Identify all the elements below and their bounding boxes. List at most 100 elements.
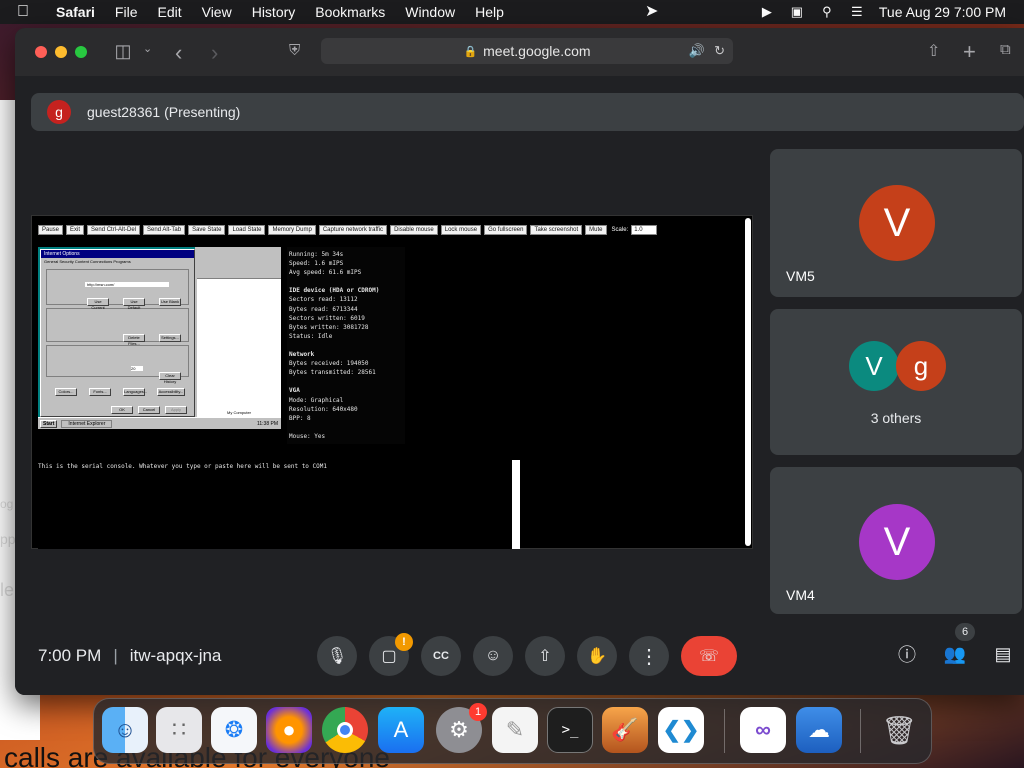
emu-ctrl-alt-del-button[interactable]: Send Ctrl-Alt-Del: [87, 225, 141, 235]
trash-icon[interactable]: 🗑: [876, 707, 922, 753]
presentation-stream[interactable]: Pause Exit Send Ctrl-Alt-Del Send Alt-Ta…: [31, 215, 753, 549]
microphone-button[interactable]: 🎙: [317, 636, 357, 676]
emu-fullscreen-button[interactable]: Go fullscreen: [484, 225, 528, 235]
more-options-button[interactable]: ⋮: [629, 636, 669, 676]
emu-disable-mouse-button[interactable]: Disable mouse: [390, 225, 438, 235]
guest-cancel-button: Cancel: [138, 406, 160, 414]
meeting-info: 7:00 PM | itw-apqx-jna: [38, 646, 221, 666]
stat-vga-bpp: BPP: 8: [289, 414, 311, 422]
vscode-icon[interactable]: ❮❯: [658, 707, 704, 753]
emu-capture-network-button[interactable]: Capture network traffic: [318, 225, 388, 235]
browser-toolbar: ◫ ⌄ ‹ › ⛨ 🔒 meet.google.com 🔊 ↻ ⇧ + ⧉: [15, 28, 1024, 76]
guest-dialog-tabs: General Security Content Connections Pro…: [44, 259, 131, 264]
emu-screenshot-button[interactable]: Take screenshot: [530, 225, 583, 235]
emoji-reaction-button[interactable]: ☺: [473, 636, 513, 676]
guest-history-days: 20: [131, 366, 143, 371]
meeting-details-icon[interactable]: ⓘ: [895, 642, 919, 666]
speaker-icon[interactable]: 🔊: [689, 43, 705, 59]
control-center-icon[interactable]: ☰: [849, 4, 865, 19]
presenter-avatar: g: [47, 100, 71, 124]
menu-help[interactable]: Help: [465, 4, 514, 20]
presenter-bar: g guest28361 (Presenting): [31, 93, 1024, 131]
stat-bytes-written: Bytes written: 3081728: [289, 323, 369, 331]
search-icon[interactable]: ⚲: [819, 4, 835, 19]
garageband-icon[interactable]: 🎸: [602, 707, 648, 753]
play-circle-icon[interactable]: ▶: [759, 4, 775, 19]
emu-load-state-button[interactable]: Load State: [228, 225, 266, 235]
participant-name: VM4: [786, 587, 815, 603]
menu-file[interactable]: File: [105, 4, 148, 20]
visual-studio-icon[interactable]: ∞: [740, 707, 786, 753]
back-arrow-icon[interactable]: ‹: [175, 40, 182, 66]
meet-content: g guest28361 (Presenting) Pause Exit Sen…: [15, 76, 1024, 695]
captions-button[interactable]: CC: [421, 636, 461, 676]
emu-save-state-button[interactable]: Save State: [188, 225, 226, 235]
meeting-separator: |: [113, 646, 118, 665]
emu-memory-dump-button[interactable]: Memory Dump: [268, 225, 316, 235]
end-call-button[interactable]: ☏: [681, 636, 737, 676]
stat-vga-resolution: Resolution: 640x480: [289, 405, 358, 413]
chat-icon[interactable]: ▤: [991, 642, 1015, 666]
stat-ide-header: IDE device (HDA or CDROM): [289, 287, 380, 295]
emulator-toolbar: Pause Exit Send Ctrl-Alt-Del Send Alt-Ta…: [38, 225, 658, 235]
terminal-icon[interactable]: >_: [547, 707, 593, 753]
reload-icon[interactable]: ↻: [714, 43, 725, 59]
presentation-scrollbar[interactable]: [745, 218, 751, 546]
sidebar-toggle-icon[interactable]: ◫: [113, 41, 133, 61]
menu-history[interactable]: History: [242, 4, 306, 20]
emu-alt-tab-button[interactable]: Send Alt-Tab: [143, 225, 186, 235]
emu-mute-button[interactable]: Mute: [585, 225, 607, 235]
menu-bar:  Safari File Edit View History Bookmark…: [0, 0, 1024, 24]
emu-pause-button[interactable]: Pause: [38, 225, 64, 235]
chrome-icon[interactable]: [322, 707, 368, 753]
safari-icon[interactable]: ❂: [211, 707, 257, 753]
participant-tile-vm5[interactable]: V VM5: [770, 149, 1022, 297]
participant-tile-others[interactable]: V g 3 others: [770, 309, 1022, 455]
menu-edit[interactable]: Edit: [147, 4, 191, 20]
stat-speed: Speed: 1.6 mIPS: [289, 260, 344, 268]
forward-arrow-icon[interactable]: ›: [211, 40, 218, 66]
screen-mirroring-icon[interactable]: ▣: [789, 4, 805, 19]
people-icon[interactable]: 👥: [943, 642, 967, 666]
new-tab-icon[interactable]: +: [963, 39, 976, 65]
emu-scale-input[interactable]: 1.0: [631, 225, 658, 235]
guest-explorer-toolbar: [197, 247, 281, 279]
participant-name: VM5: [786, 268, 815, 284]
participant-avatar: V: [849, 341, 899, 391]
guest-explorer-window: My Computer: [195, 247, 281, 417]
zoom-window-button[interactable]: [75, 46, 87, 58]
present-screen-button[interactable]: ⇧: [525, 636, 565, 676]
safari-window: ◫ ⌄ ‹ › ⛨ 🔒 meet.google.com 🔊 ↻ ⇧ + ⧉ g …: [15, 28, 1024, 695]
menu-app-name[interactable]: Safari: [46, 4, 105, 20]
emu-exit-button[interactable]: Exit: [66, 225, 85, 235]
stat-bytes-transmitted: Bytes transmitted: 28561: [289, 369, 376, 377]
emu-lock-mouse-button[interactable]: Lock mouse: [440, 225, 482, 235]
guest-settings-button: Settings...: [159, 334, 181, 342]
menu-window[interactable]: Window: [395, 4, 465, 20]
weather-icon[interactable]: ☁: [796, 707, 842, 753]
launchpad-icon[interactable]: ∷: [156, 707, 202, 753]
people-count-badge: 6: [955, 623, 975, 641]
apple-menu-icon[interactable]: : [0, 3, 46, 21]
notes-icon[interactable]: ✎: [492, 707, 538, 753]
tab-overview-icon[interactable]: ⧉: [1000, 41, 1011, 58]
share-icon[interactable]: ⇧: [927, 41, 940, 61]
menubar-clock[interactable]: Tue Aug 29 7:00 PM: [879, 4, 1006, 20]
firefox-icon[interactable]: ●: [266, 707, 312, 753]
dock-separator: [860, 709, 861, 753]
settings-badge: 1: [469, 703, 487, 721]
guest-vga-screen[interactable]: My Computer Internet Options General Sec…: [38, 247, 281, 429]
privacy-shield-icon[interactable]: ⛨: [289, 42, 300, 59]
app-store-icon[interactable]: A: [378, 707, 424, 753]
menu-bookmarks[interactable]: Bookmarks: [305, 4, 395, 20]
finder-icon[interactable]: ☺: [102, 707, 148, 753]
participant-tile-vm4[interactable]: V VM4: [770, 467, 1022, 614]
chevron-down-icon[interactable]: ⌄: [143, 42, 152, 55]
participant-avatar: V: [859, 504, 935, 580]
address-bar[interactable]: 🔒 meet.google.com 🔊 ↻: [321, 38, 733, 64]
serial-console[interactable]: This is the serial console. Whatever you…: [38, 460, 520, 549]
menu-view[interactable]: View: [192, 4, 242, 20]
raise-hand-button[interactable]: ✋: [577, 636, 617, 676]
minimize-window-button[interactable]: [55, 46, 67, 58]
close-window-button[interactable]: [35, 46, 47, 58]
